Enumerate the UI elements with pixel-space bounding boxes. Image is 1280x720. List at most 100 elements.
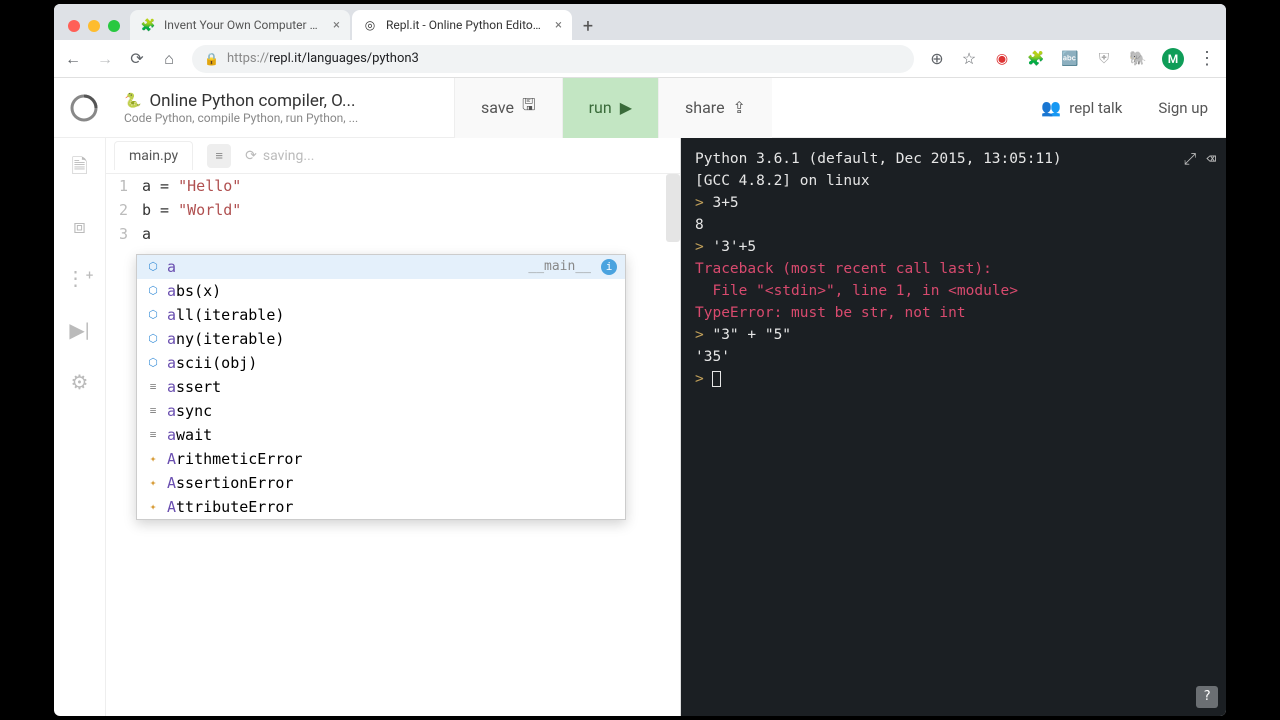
terminal-expand-icon[interactable]: ⤢	[1184, 148, 1197, 170]
home-icon[interactable]: ⌂	[160, 50, 178, 68]
autocomplete-item[interactable]: ≡ async	[137, 399, 625, 423]
puzzle-ext-icon[interactable]: 🧩	[1026, 49, 1046, 69]
tab-title: Invent Your Own Computer Ga	[164, 18, 321, 32]
search-icon[interactable]: ⊕	[928, 50, 946, 68]
autocomplete-label: await	[167, 423, 617, 447]
saving-status: ⟳saving...	[245, 148, 314, 164]
reload-icon[interactable]: ⟳	[128, 50, 146, 68]
autocomplete-label: AttributeError	[167, 495, 617, 519]
page-subtitle: Code Python, compile Python, run Python,…	[124, 111, 444, 125]
url-protocol: https://	[227, 51, 269, 66]
tab-title: Repl.it - Online Python Editor a	[386, 18, 543, 32]
variable-icon: ⬡	[145, 355, 161, 371]
shield-ext-icon[interactable]: ⛨	[1094, 49, 1114, 69]
autocomplete-item[interactable]: ⬡all(iterable)	[137, 303, 625, 327]
terminal-pane[interactable]: ⤢ ⌫ Python 3.6.1 (default, Dec 2015, 13:…	[681, 138, 1226, 716]
keyword-icon: ≡	[145, 427, 161, 443]
autocomplete-hint: __main__	[528, 255, 595, 279]
autocomplete-item[interactable]: ⬡ a__main__ i	[137, 255, 625, 279]
autocomplete-label: AssertionError	[167, 471, 617, 495]
close-tab-icon[interactable]: ×	[329, 18, 340, 33]
autocomplete-label: ascii(obj)	[167, 351, 617, 375]
autocomplete-label: a	[167, 255, 522, 279]
line-number: 2	[106, 198, 142, 222]
editor-scrollbar[interactable]	[666, 174, 680, 242]
terminal-clear-icon[interactable]: ⌫	[1206, 148, 1216, 170]
variable-icon: ⬡	[145, 283, 161, 299]
replit-logo-icon[interactable]	[54, 92, 114, 124]
close-window-icon[interactable]	[68, 20, 80, 32]
class-icon: ✦	[145, 499, 161, 515]
terminal-cursor	[712, 371, 721, 387]
save-icon: 🖫	[522, 94, 536, 121]
autocomplete-label: ArithmeticError	[167, 447, 617, 471]
app-header: 🐍 Online Python compiler, O... Code Pytho…	[54, 78, 1226, 138]
editor-tab-bar: main.py ≡ ⟳saving...	[106, 138, 680, 174]
browser-tab-invent[interactable]: 🧩 Invent Your Own Computer Ga ×	[130, 10, 350, 40]
close-tab-icon[interactable]: ×	[551, 18, 562, 33]
address-bar: ← → ⟳ ⌂ 🔒 https://repl.it/languages/pyth…	[54, 40, 1226, 78]
profile-avatar[interactable]: M	[1162, 48, 1184, 70]
file-tab-main[interactable]: main.py	[114, 141, 193, 170]
autocomplete-item[interactable]: ⬡ ascii(obj)	[137, 351, 625, 375]
autocomplete-item[interactable]: ≡ await	[137, 423, 625, 447]
sign-up-link[interactable]: Sign up	[1140, 99, 1226, 117]
browser-menu-icon[interactable]: ⋮	[1198, 48, 1216, 69]
debugger-icon[interactable]: ▶|	[69, 318, 89, 342]
files-icon[interactable]: 🗎	[71, 152, 87, 186]
share-button[interactable]: share⇪	[658, 78, 772, 138]
lock-icon: 🔒	[204, 52, 219, 66]
autocomplete-label: abs(x)	[167, 279, 617, 303]
code-line: a = "Hello"	[142, 174, 241, 198]
variable-icon: ⬡	[145, 331, 161, 347]
favicon-icon: 🧩	[140, 17, 156, 33]
page-title: Online Python compiler, O...	[149, 91, 355, 111]
line-number: 1	[106, 174, 142, 198]
terminal-output: Python 3.6.1 (default, Dec 2015, 13:05:1…	[681, 138, 1226, 400]
keyword-icon: ≡	[145, 379, 161, 395]
save-button[interactable]: save🖫	[454, 78, 562, 138]
favicon-icon: ◎	[362, 17, 378, 33]
url-field[interactable]: 🔒 https://repl.it/languages/python3	[192, 45, 914, 73]
forward-icon[interactable]: →	[96, 50, 114, 68]
python-icon: 🐍	[124, 93, 141, 109]
window-controls	[62, 20, 130, 40]
autocomplete-item[interactable]: ✦ AttributeError	[137, 495, 625, 519]
translate-ext-icon[interactable]: 🔤	[1060, 49, 1080, 69]
spinner-icon: ⟳	[245, 148, 257, 164]
autocomplete-item[interactable]: ✦ArithmeticError	[137, 447, 625, 471]
invite-icon[interactable]: ⋮⁺	[65, 266, 93, 290]
code-line: a	[142, 222, 151, 246]
run-button[interactable]: run▶	[562, 78, 658, 138]
autocomplete-item[interactable]: ≡ assert	[137, 375, 625, 399]
packages-icon[interactable]: ⧈	[73, 214, 86, 238]
minimize-window-icon[interactable]	[88, 20, 100, 32]
maximize-window-icon[interactable]	[108, 20, 120, 32]
back-icon[interactable]: ←	[64, 50, 82, 68]
keyword-icon: ≡	[145, 403, 161, 419]
browser-tab-replit[interactable]: ◎ Repl.it - Online Python Editor a ×	[352, 10, 572, 40]
info-icon[interactable]: i	[601, 259, 617, 275]
autocomplete-item[interactable]: ⬡ abs(x)	[137, 279, 625, 303]
code-line: b = "World"	[142, 198, 241, 222]
url-text: repl.it/languages/python3	[269, 51, 419, 66]
adblock-ext-icon[interactable]: ◉	[992, 49, 1012, 69]
people-icon: 👥	[1041, 98, 1061, 117]
help-button[interactable]: ?	[1196, 686, 1218, 708]
autocomplete-item[interactable]: ✦ AssertionError	[137, 471, 625, 495]
share-icon: ⇪	[733, 98, 746, 117]
new-tab-button[interactable]: +	[574, 12, 602, 40]
autocomplete-label: assert	[167, 375, 617, 399]
autocomplete-label: any(iterable)	[167, 327, 617, 351]
play-icon: ▶	[620, 98, 632, 117]
settings-icon[interactable]: ⚙	[71, 370, 89, 394]
evernote-ext-icon[interactable]: 🐘	[1128, 49, 1148, 69]
star-icon[interactable]: ☆	[960, 50, 978, 68]
variable-icon: ⬡	[145, 259, 161, 275]
autocomplete-item[interactable]: ⬡ any(iterable)	[137, 327, 625, 351]
repl-talk-link[interactable]: 👥repl talk	[1023, 98, 1140, 117]
autocomplete-label: async	[167, 399, 617, 423]
format-icon[interactable]: ≡	[207, 144, 231, 168]
side-toolbar: 🗎 ⧈ ⋮⁺ ▶| ⚙	[54, 138, 106, 716]
class-icon: ✦	[145, 475, 161, 491]
